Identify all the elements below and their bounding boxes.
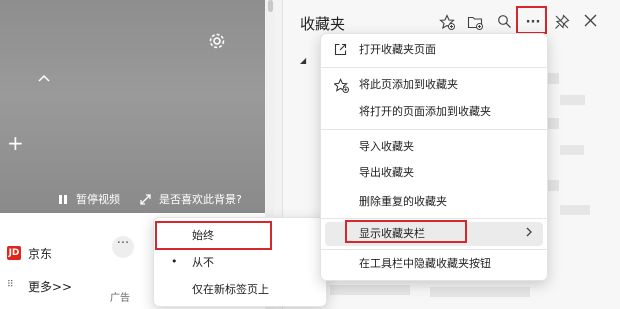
menu-item-remove-duplicates[interactable]: 删除重复的收藏夹 — [321, 190, 547, 214]
menu-item-add-open-pages[interactable]: 将打开的页面添加到收藏夹 — [321, 100, 547, 124]
submenu-item-label: 从不 — [192, 256, 214, 269]
menu-item-export[interactable]: 导出收藏夹 — [321, 161, 547, 185]
menu-item-import[interactable]: 导入收藏夹 — [321, 135, 547, 159]
more-link[interactable]: 更多>> — [28, 278, 72, 295]
blurred-row — [560, 95, 585, 105]
menu-item-add-this-page[interactable]: 将此页添加到收藏夹 — [321, 73, 547, 97]
menu-divider — [321, 67, 547, 68]
jd-site-icon[interactable]: JD — [7, 246, 21, 260]
blurred-row — [560, 205, 590, 215]
menu-item-show-favorites-bar[interactable]: 显示收藏夹栏 — [325, 222, 543, 246]
menu-divider — [321, 129, 547, 130]
menu-item-label: 导出收藏夹 — [359, 166, 414, 179]
pin-icon[interactable] — [553, 14, 571, 32]
menu-item-label: 在工具栏中隐藏收藏夹按钮 — [359, 257, 491, 270]
submenu-item-label: 仅在新标签页上 — [192, 283, 269, 296]
pause-video-button[interactable]: 暂停视频 — [58, 191, 120, 207]
chevron-up-icon[interactable] — [37, 72, 51, 86]
background-feedback-label: 是否喜欢此背景? — [159, 193, 242, 206]
submenu-item-never[interactable]: • 从不 — [154, 251, 326, 275]
blurred-row — [430, 287, 530, 297]
favorites-title: 收藏夹 — [300, 15, 346, 33]
close-icon[interactable] — [581, 14, 599, 32]
expand-icon — [140, 193, 151, 205]
pause-icon — [59, 194, 67, 204]
pause-video-label: 暂停视频 — [76, 193, 120, 206]
star-add-icon — [333, 78, 349, 93]
menu-item-label: 将打开的页面添加到收藏夹 — [359, 105, 491, 118]
menu-item-label: 打开收藏夹页面 — [359, 43, 436, 56]
blurred-row — [330, 285, 410, 295]
menu-item-open-favorites-page[interactable]: 打开收藏夹页面 — [321, 38, 547, 62]
favorites-bar-submenu: 始终 • 从不 仅在新标签页上 — [153, 217, 327, 307]
submenu-item-label: 始终 — [192, 229, 214, 242]
settings-gear-icon[interactable] — [208, 32, 226, 53]
blurred-favicon — [548, 180, 559, 191]
search-icon[interactable] — [495, 14, 513, 32]
menu-item-label: 将此页添加到收藏夹 — [359, 78, 458, 91]
submenu-item-always[interactable]: 始终 — [154, 224, 326, 248]
add-folder-icon[interactable] — [466, 14, 484, 32]
menu-item-label: 显示收藏夹栏 — [359, 227, 425, 240]
open-external-icon — [334, 43, 348, 57]
add-shortcut-plus-icon[interactable]: + — [7, 133, 24, 153]
scrollbar-thumb[interactable] — [268, 0, 273, 12]
shortcut-more-options-button[interactable]: ··· — [112, 236, 134, 258]
submenu-item-newtab-only[interactable]: 仅在新标签页上 — [154, 278, 326, 302]
blurred-favicon — [548, 118, 559, 129]
chevron-right-icon — [525, 226, 533, 241]
blurred-row — [560, 145, 584, 155]
more-options-button[interactable]: ··· — [524, 14, 542, 32]
more-link-icon: ⠿ — [7, 280, 14, 290]
menu-divider — [321, 218, 547, 219]
background-feedback-button[interactable]: 是否喜欢此背景? — [140, 191, 242, 207]
add-favorite-icon[interactable] — [438, 14, 456, 32]
selected-bullet-icon: • — [171, 255, 178, 268]
favorites-more-menu: 打开收藏夹页面 将此页添加到收藏夹 将打开的页面添加到收藏夹 导入收藏夹 导出收… — [320, 33, 548, 281]
menu-item-label: 删除重复的收藏夹 — [359, 195, 447, 208]
menu-divider — [321, 249, 547, 250]
shortcut-label-jd[interactable]: 京东 — [28, 245, 52, 262]
menu-item-label: 导入收藏夹 — [359, 140, 414, 153]
blurred-favicon — [548, 73, 559, 84]
ad-label: 广告 — [110, 293, 130, 304]
collapse-triangle-icon[interactable]: ◢ — [300, 56, 306, 65]
menu-item-hide-favorites-button[interactable]: 在工具栏中隐藏收藏夹按钮 — [321, 252, 547, 276]
